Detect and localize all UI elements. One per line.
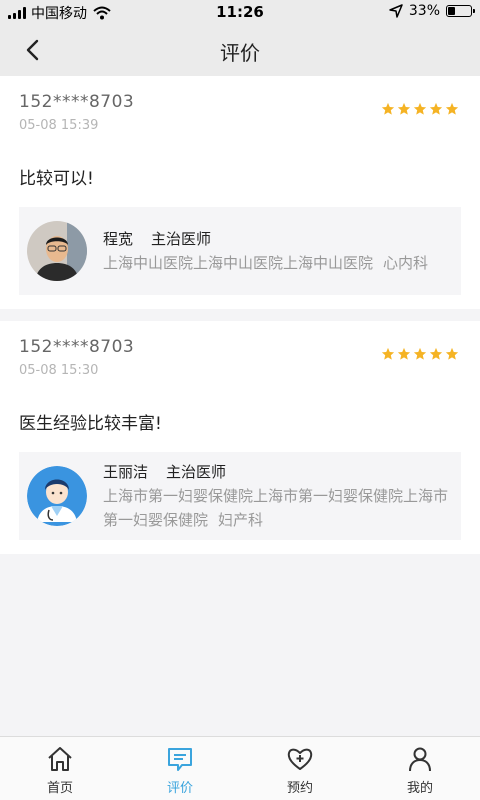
rating-stars xyxy=(381,347,459,361)
doctor-title: 主治医师 xyxy=(166,462,227,481)
doctor-name: 程宽 xyxy=(103,229,134,248)
tab-appointment[interactable]: 预约 xyxy=(240,737,360,800)
battery-icon xyxy=(446,5,475,17)
star-icon xyxy=(413,347,427,360)
doctor-photo-icon xyxy=(27,221,87,281)
star-icon xyxy=(413,102,427,115)
review-list: 152****8703 05-08 15:39 比较可以! 程宽 主治医师 上海中… xyxy=(0,76,480,554)
star-icon xyxy=(429,102,443,115)
review-time: 05-08 15:39 xyxy=(19,118,99,133)
star-icon xyxy=(429,347,443,360)
doctor-hospital: 上海市第一妇婴保健院上海市第一妇婴保健院上海市第一妇婴保健院 xyxy=(103,486,449,529)
review-comment: 医生经验比较丰富! xyxy=(19,414,162,434)
nav-bar: 评价 xyxy=(0,24,480,76)
star-icon xyxy=(445,347,459,360)
home-icon xyxy=(48,747,72,771)
doctor-avatar xyxy=(27,221,87,281)
star-icon xyxy=(381,102,395,115)
review-comment: 比较可以! xyxy=(19,169,94,189)
star-icon xyxy=(381,347,395,360)
doctor-name: 王丽洁 xyxy=(103,462,149,481)
tab-home[interactable]: 首页 xyxy=(0,737,120,800)
review-card: 152****8703 05-08 15:30 医生经验比较丰富! 王丽洁 主治医… xyxy=(0,321,480,554)
doctor-card[interactable]: 程宽 主治医师 上海中山医院上海中山医院上海中山医院 心内科 xyxy=(19,207,461,295)
doctor-hospital: 上海中山医院上海中山医院上海中山医院 xyxy=(103,253,374,272)
doctor-cartoon-icon xyxy=(27,466,87,526)
tab-bar: 首页 评价 预约 我的 xyxy=(0,736,480,800)
tab-label: 预约 xyxy=(286,781,313,796)
user-icon xyxy=(409,747,431,772)
tab-reviews[interactable]: 评价 xyxy=(120,737,240,800)
star-icon xyxy=(397,102,411,115)
doctor-department: 心内科 xyxy=(383,253,429,272)
heart-plus-icon xyxy=(287,748,313,770)
tab-label: 首页 xyxy=(46,781,73,796)
doctor-title: 主治医师 xyxy=(151,229,212,248)
status-bar: 中国移动 11:26 33% xyxy=(0,0,480,24)
rating-stars xyxy=(381,102,459,116)
tab-label: 我的 xyxy=(406,781,433,796)
tab-mine[interactable]: 我的 xyxy=(360,737,480,800)
doctor-card[interactable]: 王丽洁 主治医师 上海市第一妇婴保健院上海市第一妇婴保健院上海市第一妇婴保健院 妇产… xyxy=(19,452,461,540)
star-icon xyxy=(397,347,411,360)
battery-percent: 33% xyxy=(408,3,440,19)
review-card: 152****8703 05-08 15:39 比较可以! 程宽 主治医师 上海中… xyxy=(0,76,480,309)
doctor-department: 妇产科 xyxy=(218,510,264,529)
location-arrow-icon xyxy=(389,4,403,18)
doctor-avatar xyxy=(27,466,87,526)
page-title: 评价 xyxy=(220,41,260,65)
review-time: 05-08 15:30 xyxy=(19,363,99,378)
star-icon xyxy=(445,102,459,115)
tab-label: 评价 xyxy=(166,781,193,796)
comment-icon xyxy=(168,748,192,771)
